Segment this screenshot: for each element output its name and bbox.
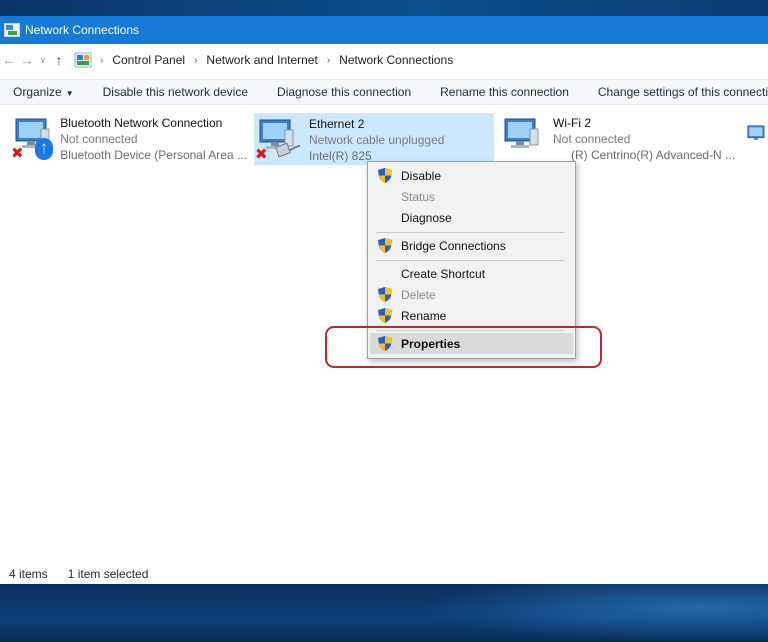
disconnected-x-icon: ✖	[11, 145, 24, 162]
menu-item-label: Rename	[401, 308, 447, 323]
forward-arrow-icon[interactable]: →	[18, 52, 36, 68]
properties-highlight-annotation	[325, 326, 602, 368]
connection-text: Bluetooth Network Connection Not connect…	[55, 113, 247, 165]
connection-status: Not connected	[553, 132, 631, 146]
menu-item-status[interactable]: Status	[370, 186, 573, 207]
network-adapter-icon	[747, 125, 765, 141]
dropdown-caret-icon: ▼	[65, 89, 74, 98]
uac-shield-icon	[378, 168, 392, 183]
connection-icon: ✖	[255, 114, 303, 164]
breadcrumb-separator-icon: ›	[100, 54, 104, 66]
connection-text: Ethernet 2 Network cable unplugged Intel…	[303, 114, 444, 164]
menu-item-label: Disable	[401, 168, 442, 183]
menu-item-label: Delete	[401, 287, 436, 302]
connection-item-ethernet-2[interactable]: ✖ Ethernet 2 Network cable unplugged Int…	[254, 113, 494, 165]
connection-item-wifi-2[interactable]: Wi-Fi 2 Not connected (R) Centrino(R) Ad…	[500, 113, 740, 165]
menu-item-diagnose[interactable]: Diagnose	[370, 207, 573, 228]
command-bar: Organize ▼ Disable this network device Di…	[0, 79, 768, 105]
change-settings-button[interactable]: Change settings of this connection	[598, 85, 768, 99]
status-bar: 4 items 1 item selected	[0, 564, 768, 584]
breadcrumb-separator-icon: ›	[326, 54, 331, 66]
rename-connection-button[interactable]: Rename this connection	[440, 85, 569, 99]
up-arrow-icon[interactable]: ↑	[50, 52, 68, 68]
disconnected-x-icon: ✖	[255, 146, 268, 163]
window-title: Network Connections	[25, 23, 140, 37]
breadcrumb-control-panel[interactable]: Control Panel	[112, 53, 185, 67]
menu-separator	[376, 232, 564, 233]
connection-item-partial[interactable]	[746, 113, 768, 165]
recent-locations-chevron-icon[interactable]: ∨	[36, 55, 50, 66]
uac-shield-icon	[378, 287, 392, 302]
connection-status: Network cable unplugged	[309, 133, 445, 147]
address-field[interactable]: › Control Panel › Network and Internet ›…	[74, 50, 453, 70]
breadcrumb-network-connections[interactable]: Network Connections	[339, 53, 453, 67]
menu-item-label: Create Shortcut	[401, 266, 486, 281]
menu-item-disable[interactable]: Disable	[370, 165, 573, 186]
connection-text: Wi-Fi 2 Not connected (R) Centrino(R) Ad…	[548, 113, 735, 165]
uac-shield-icon	[378, 308, 392, 323]
desktop-light-glow	[420, 584, 768, 642]
menu-item-label: Diagnose	[401, 210, 452, 225]
uac-shield-icon	[378, 238, 392, 253]
connection-icon: ✖ ᛏ	[11, 113, 55, 163]
control-panel-icon	[74, 52, 92, 68]
network-adapter-icon	[504, 118, 539, 148]
item-count: 4 items	[9, 567, 48, 581]
connection-device: (R) Centrino(R) Advanced-N ...	[571, 148, 736, 162]
connection-device: Bluetooth Device (Personal Area ...	[60, 148, 247, 162]
desktop-background-bottom	[0, 584, 768, 642]
back-arrow-icon[interactable]: ←	[0, 52, 18, 68]
ethernet-cable-icon	[275, 142, 301, 158]
connection-status: Not connected	[60, 132, 138, 146]
organize-label: Organize	[13, 85, 62, 99]
address-bar: ← → ∨ ↑ › Control Panel › Network and In…	[0, 48, 768, 72]
breadcrumb-separator-icon: ›	[194, 54, 198, 66]
menu-item-create-shortcut[interactable]: Create Shortcut	[370, 263, 573, 284]
disable-device-button[interactable]: Disable this network device	[103, 85, 248, 99]
menu-item-bridge-connections[interactable]: Bridge Connections	[370, 235, 573, 256]
menu-separator	[376, 260, 564, 261]
connection-name: Bluetooth Network Connection	[60, 116, 223, 130]
connection-name: Wi-Fi 2	[553, 116, 591, 130]
network-connections-app-icon	[4, 23, 20, 37]
menu-item-label: Status	[401, 189, 436, 204]
title-bar[interactable]: Network Connections	[0, 16, 768, 44]
organize-menu-button[interactable]: Organize ▼	[13, 85, 74, 99]
connection-item-bluetooth[interactable]: ✖ ᛏ Bluetooth Network Connection Not con…	[11, 113, 247, 165]
connection-name: Ethernet 2	[309, 117, 365, 131]
menu-item-delete[interactable]: Delete	[370, 284, 573, 305]
connection-icon	[500, 113, 548, 163]
diagnose-connection-button[interactable]: Diagnose this connection	[277, 85, 411, 99]
menu-item-label: Bridge Connections	[401, 238, 506, 253]
selection-count: 1 item selected	[67, 567, 149, 581]
bluetooth-icon: ᛏ	[35, 138, 53, 160]
desktop-background-top	[0, 0, 768, 16]
breadcrumb-network-and-internet[interactable]: Network and Internet	[206, 53, 317, 67]
explorer-window: Network Connections ← → ∨ ↑ › Control Pa…	[0, 16, 768, 584]
menu-item-rename[interactable]: Rename	[370, 305, 573, 326]
